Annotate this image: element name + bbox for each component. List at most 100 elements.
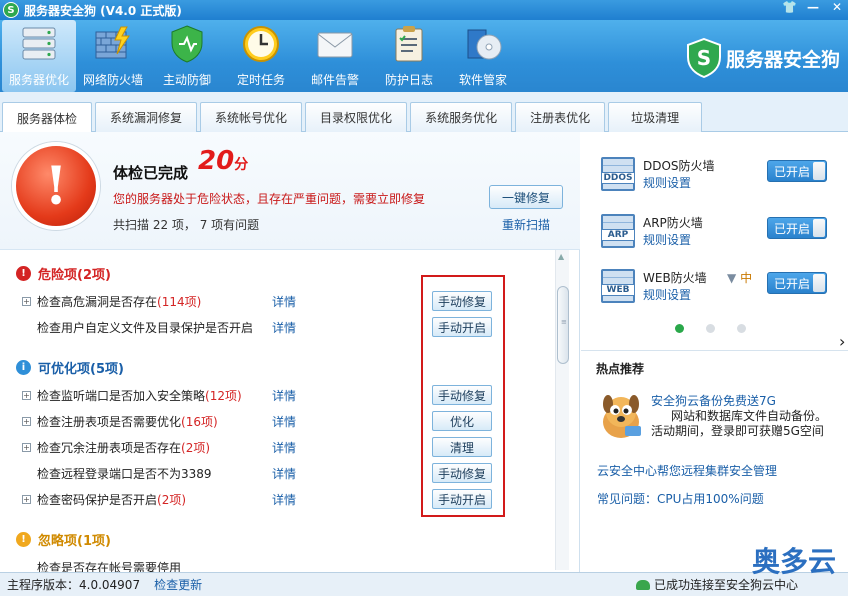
- detail-link[interactable]: 详情: [272, 387, 296, 404]
- toolbar-label: 服务器优化: [8, 73, 69, 87]
- check-update-link[interactable]: 检查更新: [154, 576, 202, 593]
- ddos-firewall-icon: DDOS: [601, 157, 635, 191]
- toolbar-scheduled-task[interactable]: 定时任务: [224, 20, 298, 92]
- tab-service-optimize[interactable]: 系统服务优化: [410, 102, 513, 132]
- section-title: 可优化项(5项): [38, 362, 124, 377]
- toolbar-active-defense[interactable]: 主动防御: [150, 20, 224, 92]
- dog-mascot-icon: [603, 395, 641, 438]
- section-danger[interactable]: ! 危险项(2项): [16, 264, 111, 283]
- brand-logo: S 服务器安全狗: [686, 38, 840, 78]
- toolbar-mail-alert[interactable]: 邮件告警: [298, 20, 372, 92]
- arp-firewall-icon: ARP: [601, 214, 635, 248]
- status-bar: 主程序版本：4.0.04907 检查更新 已成功连接至安全狗云中心: [0, 572, 848, 596]
- mail-icon: [314, 23, 356, 65]
- detail-link[interactable]: 详情: [272, 439, 296, 456]
- server-icon: [18, 23, 60, 65]
- check-text: 检查注册表项是否需要优化: [37, 414, 182, 429]
- one-click-fix-button[interactable]: 一键修复: [489, 185, 563, 209]
- ignore-section-icon: !: [16, 532, 31, 547]
- firewall-badge: ARP: [601, 229, 635, 241]
- cloud-icon: [635, 579, 650, 590]
- tab-directory-permission[interactable]: 目录权限优化: [305, 102, 408, 132]
- detail-link[interactable]: 详情: [272, 293, 296, 310]
- detail-link[interactable]: 详情: [272, 491, 296, 508]
- section-optimizable[interactable]: i 可优化项(5项): [16, 358, 124, 377]
- scroll-up-icon[interactable]: ▲: [558, 252, 564, 261]
- rule-settings-link[interactable]: 规则设置: [643, 174, 691, 191]
- detail-link[interactable]: 详情: [272, 465, 296, 482]
- check-count: (114项): [157, 294, 202, 309]
- mouse-cursor-icon: ›: [839, 332, 846, 351]
- toolbar-label: 主动防御: [162, 73, 211, 87]
- expand-icon[interactable]: +: [22, 296, 31, 306]
- close-icon[interactable]: ✕: [830, 0, 844, 14]
- check-text: 检查冗余注册表项是否存在: [37, 440, 182, 455]
- protection-level: 中: [740, 271, 753, 285]
- danger-alert-icon: !: [12, 142, 100, 230]
- checkup-title: 体检已完成: [113, 164, 189, 182]
- web-firewall-icon: WEB: [601, 269, 635, 303]
- grip-icon: ≡: [561, 318, 567, 326]
- check-count: (2项): [181, 440, 211, 455]
- version-text: 主程序版本：4.0.04907: [7, 578, 141, 592]
- toolbar-label: 防护日志: [384, 73, 433, 87]
- scrollbar[interactable]: ▲ ≡: [555, 250, 569, 570]
- expand-icon[interactable]: +: [22, 494, 31, 504]
- carousel-dot[interactable]: [737, 324, 746, 333]
- divider: [581, 350, 848, 351]
- toolbar-software-manager[interactable]: 软件管家: [446, 20, 520, 92]
- expand-icon[interactable]: +: [22, 442, 31, 452]
- tab-account-optimize[interactable]: 系统帐号优化: [200, 102, 303, 132]
- toolbar-protection-log[interactable]: 防护日志: [372, 20, 446, 92]
- faq-link[interactable]: 常见问题：CPU占用100%问题: [597, 490, 764, 507]
- check-text: 检查监听端口是否加入安全策略: [37, 388, 206, 403]
- rule-settings-link[interactable]: 规则设置: [643, 286, 691, 303]
- firewall-icon: [92, 23, 134, 65]
- toolbar-label: 邮件告警: [310, 73, 359, 87]
- protection-level-dropdown[interactable]: ▼ 中: [727, 269, 752, 286]
- window-title: 服务器安全狗 (V4.0 正式版): [24, 3, 182, 18]
- firewall-ddos: DDOS DDOS防火墙 规则设置 已开启: [601, 157, 841, 197]
- section-ignored[interactable]: ! 忽略项(1项): [16, 530, 111, 549]
- clock-icon: [240, 23, 282, 65]
- check-count: (2项): [157, 492, 187, 507]
- firewall-name: DDOS防火墙: [643, 159, 715, 173]
- firewall-toggle[interactable]: 已开启: [767, 160, 827, 182]
- detail-link[interactable]: 详情: [272, 319, 296, 336]
- rescan-link[interactable]: 重新扫描: [502, 216, 550, 233]
- check-text: 检查高危漏洞是否存在: [37, 294, 158, 309]
- info-section-icon: i: [16, 360, 31, 375]
- main-toolbar: 服务器优化 网络防火墙 主动防御 定时任务 邮件告警 防护日志 软件管家 S 服…: [0, 20, 848, 92]
- check-count: (12项): [205, 388, 242, 403]
- brand-shield-icon: S: [686, 38, 721, 78]
- tab-vulnerability-fix[interactable]: 系统漏洞修复: [95, 102, 198, 132]
- shirt-icon[interactable]: 👕: [782, 0, 797, 14]
- scroll-thumb[interactable]: ≡: [557, 286, 569, 364]
- tab-server-checkup[interactable]: 服务器体检: [2, 102, 93, 133]
- tab-junk-cleanup[interactable]: 垃圾清理: [608, 102, 703, 132]
- checkup-summary: ! 体检已完成 20分 您的服务器处于危险状态，且存在严重问题，需要立即修复 共…: [0, 132, 580, 250]
- app-logo-icon: S: [3, 2, 19, 18]
- firewall-toggle[interactable]: 已开启: [767, 217, 827, 239]
- toolbar-server-optimize[interactable]: 服务器优化: [2, 20, 76, 92]
- rule-settings-link[interactable]: 规则设置: [643, 231, 691, 248]
- expand-icon[interactable]: +: [22, 416, 31, 426]
- detail-link[interactable]: 详情: [272, 413, 296, 430]
- check-text: 检查远程登录端口是否不为3389: [37, 466, 212, 481]
- watermark: 奥多云: [751, 545, 836, 578]
- checkup-panel: ! 体检已完成 20分 您的服务器处于危险状态，且存在严重问题，需要立即修复 共…: [0, 132, 580, 572]
- carousel-dot[interactable]: [706, 324, 715, 333]
- minimize-icon[interactable]: —: [806, 0, 820, 14]
- carousel-dot[interactable]: [675, 324, 684, 333]
- svg-text:S: S: [697, 46, 711, 70]
- checkup-warning: 您的服务器处于危险状态，且存在严重问题，需要立即修复: [113, 192, 426, 206]
- expand-icon[interactable]: +: [22, 390, 31, 400]
- tab-registry-optimize[interactable]: 注册表优化: [515, 102, 606, 132]
- cloud-center-link[interactable]: 云安全中心帮您远程集群安全管理: [597, 462, 777, 479]
- firewall-name: ARP防火墙: [643, 216, 703, 230]
- firewall-toggle[interactable]: 已开启: [767, 272, 827, 294]
- chevron-down-icon: ▼: [727, 271, 737, 285]
- toolbar-firewall[interactable]: 网络防火墙: [76, 20, 150, 92]
- firewall-name: WEB防火墙: [643, 271, 707, 285]
- section-title: 危险项(2项): [38, 268, 111, 283]
